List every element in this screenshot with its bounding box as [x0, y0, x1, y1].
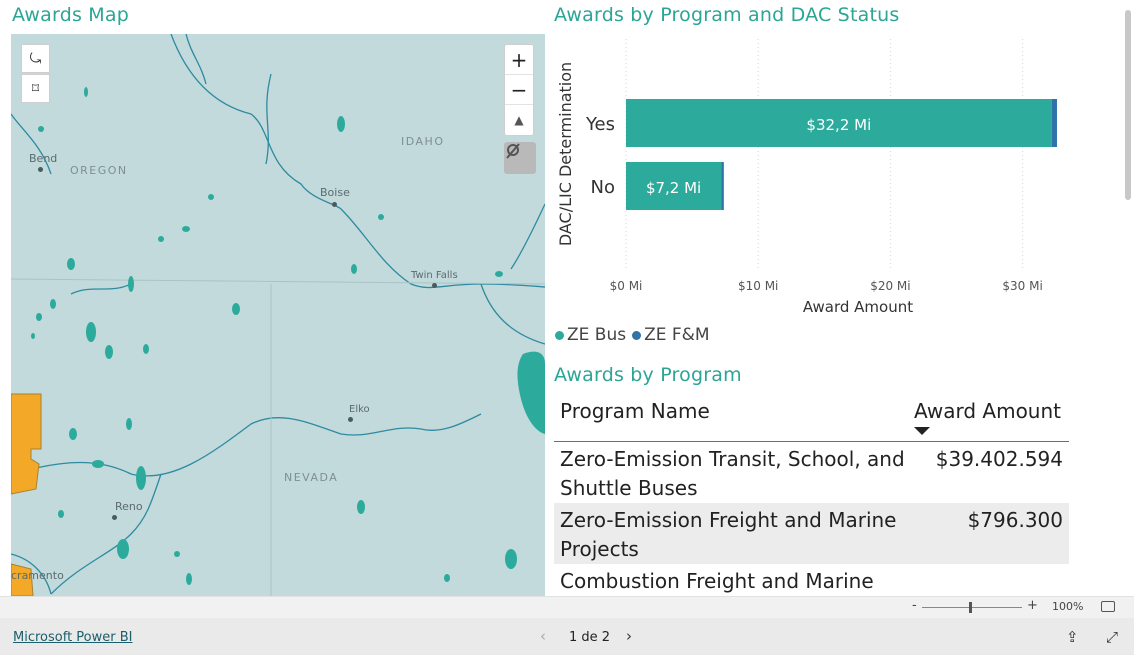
zoom-in-button[interactable]: + [505, 45, 533, 75]
chart-legend: ZE Bus ZE F&M [555, 325, 710, 345]
city-dot [432, 283, 437, 288]
city-label-boise: Boise [320, 186, 350, 199]
city-dot [348, 417, 353, 422]
table-row[interactable]: Combustion Freight and Marine [554, 564, 1069, 596]
scrollbar-thumb[interactable] [1125, 10, 1131, 200]
legend-dot [632, 330, 642, 340]
legend-label: ZE F&M [644, 325, 710, 345]
map-title: Awards Map [12, 4, 129, 26]
x-axis-title: Award Amount [803, 298, 913, 316]
city-label-twin-falls: Twin Falls [411, 270, 458, 281]
cell-program-name: Zero-Emission Freight and Marine Project… [560, 508, 897, 561]
next-page-button[interactable]: › [626, 627, 632, 645]
cell-award-amount: $796.300 [967, 508, 1063, 532]
zoom-percent: 100% [1052, 600, 1084, 613]
power-bi-link[interactable]: Microsoft Power BI [13, 630, 132, 645]
disable-map-icon[interactable] [504, 142, 536, 174]
y-axis-title: DAC/LIC Determination [556, 62, 575, 246]
data-label: $7,2 Mi [646, 179, 701, 197]
city-label-reno: Reno [115, 500, 143, 513]
x-tick-label: $20 Mi [870, 279, 910, 293]
category-label: No [591, 177, 615, 198]
table-header: Program Name Award Amount [554, 394, 1069, 442]
previous-page-button[interactable]: ‹ [540, 627, 546, 645]
city-dot [332, 202, 337, 207]
share-icon[interactable]: ⇪ [1066, 628, 1079, 646]
fullscreen-icon[interactable]: ⤢ [1106, 628, 1118, 646]
vertical-scrollbar[interactable] [1121, 0, 1134, 596]
zoom-out-button[interactable]: − [505, 75, 533, 105]
x-tick-label: $10 Mi [738, 279, 778, 293]
city-label-elko: Elko [349, 404, 370, 415]
awards-map[interactable]: ⤿ ⌑ + − ▲ OREGON IDAHO NEVADA Bend Boise… [11, 34, 545, 596]
category-label: Yes [585, 114, 615, 135]
lasso-select-icon[interactable]: ⤿ [21, 44, 50, 73]
city-dot [112, 515, 117, 520]
x-tick-label: $30 Mi [1002, 279, 1042, 293]
zoom-slider-handle[interactable] [969, 602, 972, 613]
table-row[interactable]: Zero-Emission Freight and Marine Project… [554, 503, 1069, 564]
cell-award-amount: $39.402.594 [935, 447, 1063, 471]
state-label-idaho: IDAHO [401, 135, 445, 148]
map-zoom-controls: + − ▲ [504, 44, 534, 136]
page-indicator: 1 de 2 [569, 630, 611, 645]
legend-label: ZE Bus [567, 325, 627, 345]
column-header-program-name[interactable]: Program Name [560, 399, 710, 423]
city-label-sacramento: cramento [11, 569, 64, 582]
city-dot [38, 167, 43, 172]
chart-title: Awards by Program and DAC Status [554, 4, 900, 26]
report-footer: Microsoft Power BI ‹ 1 de 2 › ⇪ ⤢ [0, 618, 1134, 655]
table-row[interactable]: Zero-Emission Transit, School, and Shutt… [554, 442, 1069, 503]
x-tick-label: $0 Mi [610, 279, 643, 293]
cell-program-name: Combustion Freight and Marine [560, 569, 874, 593]
zoom-slider-track[interactable] [922, 607, 1022, 608]
awards-table: Program Name Award Amount Zero-Emission … [554, 394, 1069, 596]
column-header-award-amount[interactable]: Award Amount [914, 399, 1061, 423]
legend-dot [555, 330, 564, 340]
state-label-oregon: OREGON [70, 164, 128, 177]
dac-status-bar-chart[interactable]: $0 Mi $10 Mi $20 Mi $30 Mi Yes $32,2 Mi No $7,2… [553, 34, 1073, 334]
map-basemap [11, 34, 545, 596]
bar-ze-f-m-no[interactable] [721, 162, 724, 210]
legend-item-ze-fm[interactable]: ZE F&M [632, 325, 710, 345]
fit-to-page-icon[interactable] [1101, 601, 1115, 612]
zoom-minus-button[interactable]: - [912, 598, 917, 613]
state-label-nevada: NEVADA [284, 471, 339, 484]
zoom-plus-button[interactable]: + [1027, 598, 1038, 613]
reset-bearing-button[interactable]: ▲ [505, 105, 533, 135]
data-label: $32,2 Mi [806, 116, 871, 134]
report-canvas: Awards Map ⤿ ⌑ + − ▲ OREGON IDAHO NEVADA… [0, 0, 1134, 596]
zoom-bar: - + 100% [0, 596, 1134, 618]
bar-ze-f-m-yes[interactable] [1051, 99, 1057, 147]
legend-item-ze-bus[interactable]: ZE Bus [555, 325, 626, 345]
table-title: Awards by Program [554, 364, 742, 386]
rect-select-icon[interactable]: ⌑ [21, 74, 50, 103]
city-label-bend: Bend [29, 152, 58, 165]
cell-program-name: Zero-Emission Transit, School, and Shutt… [560, 447, 905, 500]
sort-descending-icon[interactable] [914, 427, 930, 435]
